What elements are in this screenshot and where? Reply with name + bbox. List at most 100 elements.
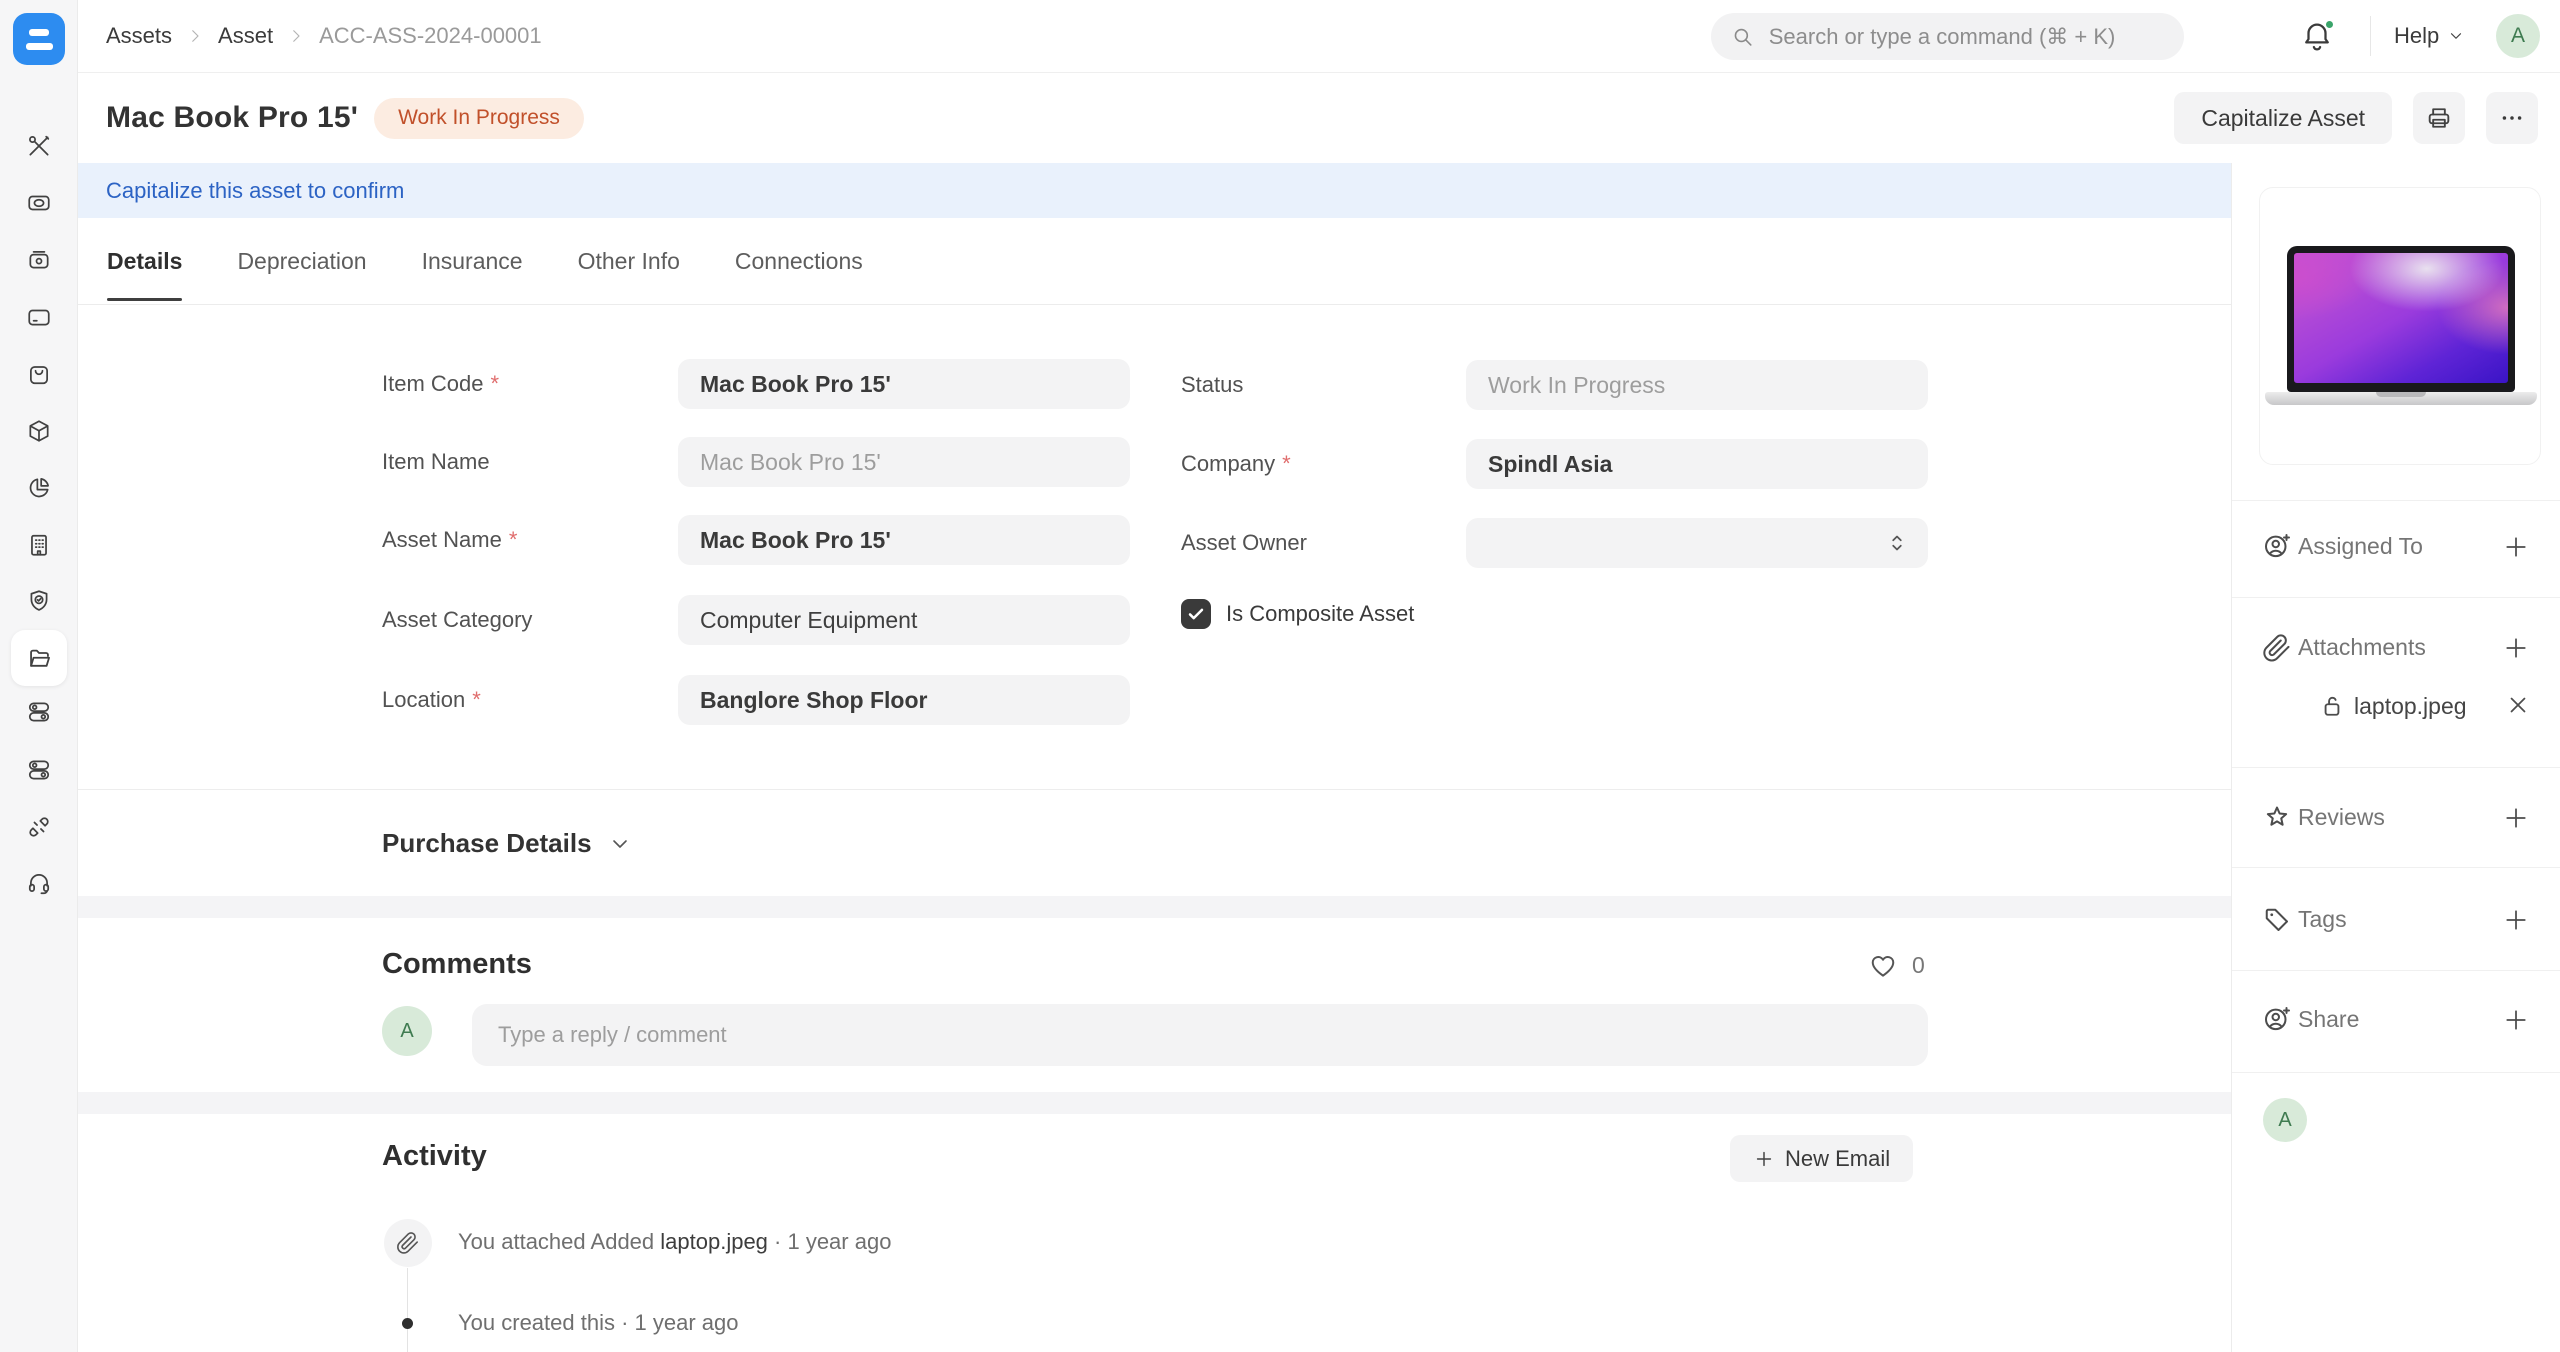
asset-category-field[interactable]: Computer Equipment xyxy=(678,595,1130,645)
paperclip-icon xyxy=(396,1231,420,1255)
select-chevrons-icon xyxy=(1884,530,1910,556)
divider xyxy=(2232,867,2560,868)
laptop-wallpaper xyxy=(2294,253,2508,383)
timeline-dot xyxy=(402,1318,413,1329)
location-field[interactable]: Banglore Shop Floor xyxy=(678,675,1130,725)
asset-owner-select[interactable] xyxy=(1466,518,1928,568)
is-composite-asset-checkbox[interactable] xyxy=(1181,599,1211,629)
is-composite-asset-label: Is Composite Asset xyxy=(1226,599,1414,629)
attachment-file-name: laptop.jpeg xyxy=(660,1229,768,1254)
status-label: Status xyxy=(1181,360,1243,410)
help-menu[interactable]: Help xyxy=(2394,0,2465,72)
toggles-icon[interactable] xyxy=(11,742,67,798)
chevron-right-icon xyxy=(186,27,204,45)
comments-section: Comments 0 A xyxy=(78,918,2231,1092)
chevron-down-icon xyxy=(2447,27,2465,45)
plus-icon xyxy=(1753,1148,1775,1170)
divider xyxy=(2232,597,2560,598)
required-marker: * xyxy=(509,527,518,553)
breadcrumb-assets[interactable]: Assets xyxy=(106,23,172,49)
attachment-file-link[interactable]: laptop.jpeg xyxy=(2354,693,2467,720)
title-actions: Capitalize Asset xyxy=(2174,92,2538,144)
support-headset-icon[interactable] xyxy=(11,855,67,911)
right-sidebar: Assigned To Attachments laptop.jpeg xyxy=(2231,163,2560,1352)
required-marker: * xyxy=(472,687,481,713)
tag-icon xyxy=(2262,905,2292,935)
capitalize-banner-link[interactable]: Capitalize this asset to confirm xyxy=(106,178,404,204)
comments-title: Comments xyxy=(382,948,532,981)
tools-icon[interactable] xyxy=(11,118,67,174)
add-tag-button[interactable] xyxy=(2499,903,2533,937)
add-share-button[interactable] xyxy=(2499,1003,2533,1037)
reviews-label: Reviews xyxy=(2298,804,2385,831)
capitalize-banner: Capitalize this asset to confirm xyxy=(78,163,2231,218)
add-assignment-button[interactable] xyxy=(2499,530,2533,564)
assets-folder-icon[interactable] xyxy=(11,630,67,686)
left-rail xyxy=(0,0,78,1352)
item-code-field[interactable]: Mac Book Pro 15' xyxy=(678,359,1130,409)
star-icon xyxy=(2262,803,2292,833)
shared-with-avatar[interactable]: A xyxy=(2263,1098,2307,1142)
activity-title: Activity xyxy=(382,1140,487,1173)
print-button[interactable] xyxy=(2413,92,2465,144)
laptop-image xyxy=(2287,246,2515,392)
asset-image-card[interactable] xyxy=(2259,187,2541,465)
deposit-box-icon[interactable] xyxy=(11,232,67,288)
building-icon[interactable] xyxy=(11,517,67,573)
package-icon[interactable] xyxy=(11,403,67,459)
tab-connections[interactable]: Connections xyxy=(735,218,863,304)
notifications-bell-icon[interactable] xyxy=(2300,19,2336,55)
purchase-details-title: Purchase Details xyxy=(382,828,592,859)
breadcrumb-current: ACC-ASS-2024-00001 xyxy=(319,23,542,49)
asset-owner-label: Asset Owner xyxy=(1181,518,1307,568)
capitalize-asset-button[interactable]: Capitalize Asset xyxy=(2174,92,2392,144)
item-name-field[interactable]: Mac Book Pro 15' xyxy=(678,437,1130,487)
asset-category-label: Asset Category xyxy=(382,595,532,645)
search-input[interactable] xyxy=(1769,24,2164,50)
assigned-to-label: Assigned To xyxy=(2298,533,2423,560)
timeline-attachment-marker xyxy=(384,1219,432,1267)
new-email-button[interactable]: New Email xyxy=(1730,1135,1913,1182)
tab-other-info[interactable]: Other Info xyxy=(578,218,680,304)
page-title: Mac Book Pro 15' xyxy=(106,101,358,135)
divider xyxy=(2370,16,2371,56)
details-form: Item Code* Mac Book Pro 15' Item Name Ma… xyxy=(78,305,2231,896)
add-attachment-button[interactable] xyxy=(2499,631,2533,665)
item-code-label: Item Code* xyxy=(382,359,499,409)
share-label: Share xyxy=(2298,1006,2359,1033)
integrations-icon[interactable] xyxy=(11,799,67,855)
logo-mark xyxy=(29,29,49,36)
breadcrumb-asset[interactable]: Asset xyxy=(218,23,273,49)
laptop-notch xyxy=(2376,392,2426,397)
money-icon[interactable] xyxy=(11,175,67,231)
add-review-button[interactable] xyxy=(2499,801,2533,835)
comment-input[interactable] xyxy=(472,1022,1928,1048)
toggles-icon[interactable] xyxy=(11,684,67,740)
app-logo[interactable] xyxy=(13,13,65,65)
tab-insurance[interactable]: Insurance xyxy=(422,218,523,304)
tab-depreciation[interactable]: Depreciation xyxy=(237,218,366,304)
tab-details[interactable]: Details xyxy=(107,218,182,304)
more-menu-button[interactable] xyxy=(2486,92,2538,144)
remove-attachment-icon[interactable] xyxy=(2505,692,2531,718)
comment-input-box[interactable] xyxy=(472,1004,1928,1066)
pie-chart-icon[interactable] xyxy=(11,460,67,516)
purchase-details-toggle[interactable]: Purchase Details xyxy=(382,790,632,897)
global-search[interactable] xyxy=(1711,13,2184,60)
divider xyxy=(2232,970,2560,971)
card-icon[interactable] xyxy=(11,289,67,345)
unlock-icon[interactable] xyxy=(2318,692,2346,720)
chevron-right-icon xyxy=(287,27,305,45)
like-control[interactable]: 0 xyxy=(1868,950,1925,980)
status-field: Work In Progress xyxy=(1466,360,1928,410)
user-avatar[interactable]: A xyxy=(2496,14,2540,58)
logo-mark xyxy=(26,43,53,50)
shopping-bag-icon[interactable] xyxy=(11,346,67,402)
company-field[interactable]: Spindl Asia xyxy=(1466,439,1928,489)
status-badge: Work In Progress xyxy=(374,98,584,139)
shield-check-icon[interactable] xyxy=(11,573,67,629)
divider xyxy=(2232,500,2560,501)
asset-name-field[interactable]: Mac Book Pro 15' xyxy=(678,515,1130,565)
activity-item-created: You created this · 1 year ago xyxy=(458,1310,738,1336)
user-plus-icon xyxy=(2262,532,2292,562)
